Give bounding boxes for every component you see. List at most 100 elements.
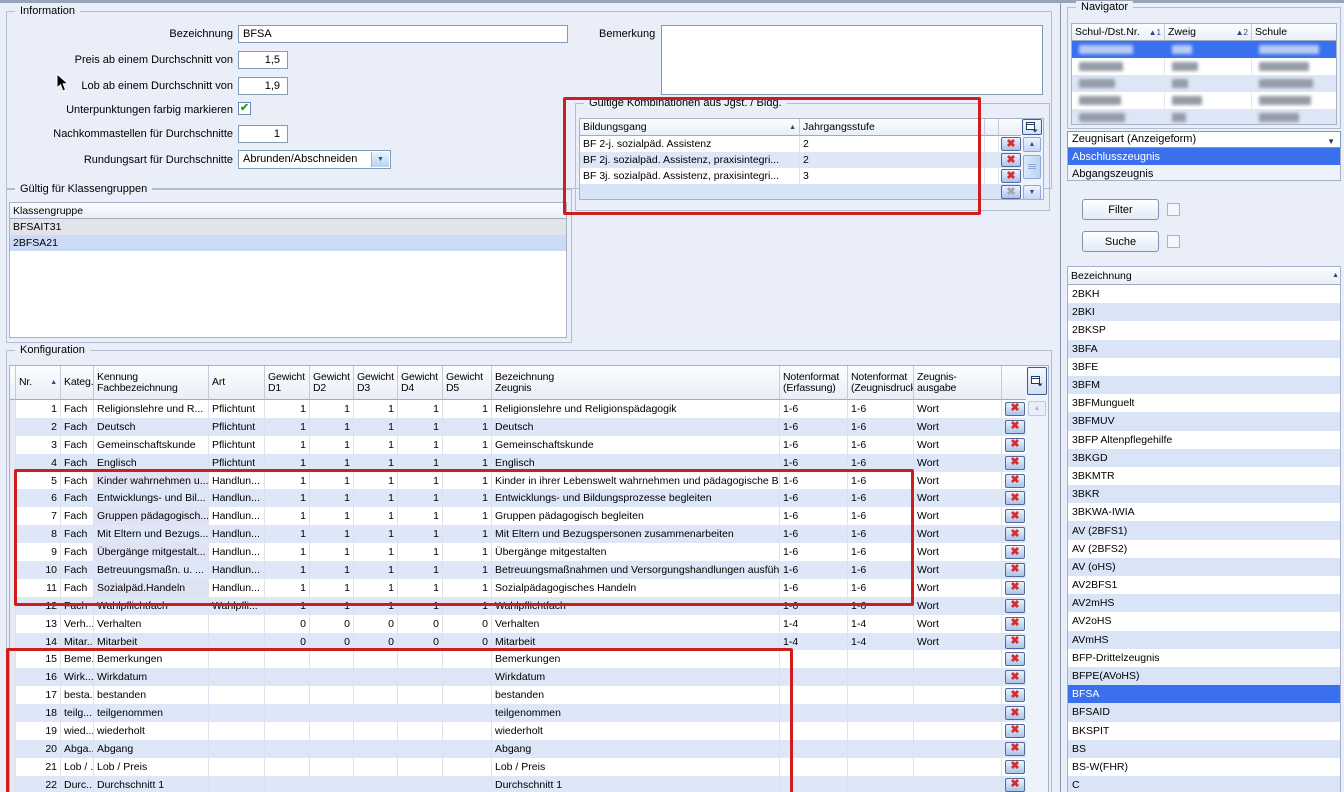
navigator-row[interactable] xyxy=(1072,75,1336,92)
list-item[interactable]: BKSPIT xyxy=(1068,722,1340,740)
delete-row-button[interactable]: ✖ xyxy=(1005,652,1025,666)
suche-button[interactable]: Suche xyxy=(1082,231,1159,252)
notenformat-erfassung-column-header[interactable]: Notenformat (Erfassung) xyxy=(780,366,848,400)
delete-row-button[interactable]: ✖ xyxy=(1005,635,1025,649)
list-item[interactable]: BFSA xyxy=(1068,685,1340,703)
table-row[interactable]: BF 2j. sozialpäd. Assistenz, praxisinteg… xyxy=(580,152,1043,168)
gewicht-d4-column-header[interactable]: Gewicht D4 xyxy=(398,366,443,400)
klassengruppe-column-header[interactable]: Klassengruppe xyxy=(10,203,567,219)
zweig-column-header[interactable]: Zweig▲2 xyxy=(1165,24,1252,41)
delete-row-button[interactable]: ✖ xyxy=(1005,474,1025,488)
table-row[interactable]: 14Mitar...Mitarbeit00000Mitarbeit1-41-4W… xyxy=(10,633,1048,651)
gewicht-d2-column-header[interactable]: Gewicht D2 xyxy=(310,366,354,400)
unterpunktungen-checkbox[interactable]: ✔ xyxy=(238,102,251,115)
scroll-down-arrow[interactable]: ▼ xyxy=(1023,185,1041,200)
delete-row-button[interactable]: ✖ xyxy=(1005,581,1025,595)
zeugnisart-dropdown[interactable]: Zeugnisart (Anzeigeform) ▼ xyxy=(1067,131,1341,148)
delete-row-button[interactable]: ✖ xyxy=(1005,545,1025,559)
delete-row-button[interactable]: ✖ xyxy=(1005,420,1025,434)
nachkommastellen-input[interactable] xyxy=(238,125,288,143)
delete-row-button[interactable]: ✖ xyxy=(1005,706,1025,720)
table-row[interactable]: 15Beme...BemerkungenBemerkungen✖ xyxy=(10,650,1048,668)
table-row[interactable]: 17besta...bestandenbestanden✖ xyxy=(10,686,1048,704)
list-item[interactable]: BS-W(FHR) xyxy=(1068,758,1340,776)
table-row[interactable]: 3FachGemeinschaftskundePflichtunt11111Ge… xyxy=(10,436,1048,454)
delete-row-button[interactable]: ✖ xyxy=(1005,688,1025,702)
schule-column-header[interactable]: Schule xyxy=(1252,24,1337,41)
list-item[interactable]: AV2BFS1 xyxy=(1068,576,1340,594)
delete-row-button[interactable]: ✖ xyxy=(1005,778,1025,792)
list-item[interactable]: 3BFMunguelt xyxy=(1068,394,1340,412)
list-item[interactable]: 3BFP Altenpflegehilfe xyxy=(1068,431,1340,449)
scrollbar-thumb[interactable] xyxy=(1023,155,1041,179)
schul-dst-nr-column-header[interactable]: Schul-/Dst.Nr.▲1 xyxy=(1072,24,1165,41)
list-item[interactable]: BS xyxy=(1068,740,1340,758)
delete-row-button[interactable]: ✖ xyxy=(1005,742,1025,756)
list-item[interactable]: AV (2BFS1) xyxy=(1068,521,1340,539)
delete-row-button[interactable]: ✖ xyxy=(1001,169,1021,183)
table-row[interactable]: 20Abga...AbgangAbgang✖ xyxy=(10,740,1048,758)
bezeichnung-column-header[interactable]: Bezeichnung ▲ xyxy=(1068,267,1341,285)
delete-row-button[interactable]: ✖ xyxy=(1005,670,1025,684)
table-row[interactable]: 2FachDeutschPflichtunt11111Deutsch1-61-6… xyxy=(10,418,1048,436)
list-item[interactable]: AV2mHS xyxy=(1068,594,1340,612)
table-row[interactable]: 16Wirk...WirkdatumWirkdatum✖ xyxy=(10,668,1048,686)
table-row[interactable]: 5FachKinder wahrnehmen u...Handlun...111… xyxy=(10,472,1048,490)
suche-checkbox[interactable] xyxy=(1167,235,1180,248)
list-item[interactable]: BFPE(AVoHS) xyxy=(1068,667,1340,685)
table-row-new[interactable]: ✖ xyxy=(580,184,1043,200)
preis-input[interactable] xyxy=(238,51,288,69)
table-row[interactable]: 6FachEntwicklungs- und Bil...Handlun...1… xyxy=(10,489,1048,507)
table-row[interactable]: 4FachEnglischPflichtunt11111Englisch1-61… xyxy=(10,454,1048,472)
bezeichnung-zeugnis-column-header[interactable]: Bezeichnung Zeugnis xyxy=(492,366,780,400)
list-item[interactable]: AV2oHS xyxy=(1068,612,1340,630)
table-row[interactable]: 10FachBetreuungsmaßn. u. ...Handlun...11… xyxy=(10,561,1048,579)
table-row[interactable]: 7FachGruppen pädagogisch...Handlun...111… xyxy=(10,507,1048,525)
table-row[interactable]: 9FachÜbergänge mitgestalt...Handlun...11… xyxy=(10,543,1048,561)
notenformat-zeugnisdruck-column-header[interactable]: Notenformat (Zeugnisdruck) xyxy=(848,366,914,400)
klassengruppen-table-header[interactable]: Klassengruppe xyxy=(10,203,566,219)
scroll-up-arrow[interactable]: ▲ xyxy=(1023,137,1041,152)
list-item[interactable]: 3BKGD xyxy=(1068,449,1340,467)
navigator-row-selected[interactable] xyxy=(1072,41,1336,58)
navigator-row[interactable] xyxy=(1072,92,1336,109)
table-row[interactable]: 19wied...wiederholtwiederholt✖ xyxy=(10,722,1048,740)
bemerkung-textarea[interactable] xyxy=(661,25,1043,95)
list-item[interactable]: 3BFMUV xyxy=(1068,412,1340,430)
list-item[interactable]: 2BKSP xyxy=(1068,321,1340,339)
delete-row-button[interactable]: ✖ xyxy=(1001,137,1021,151)
delete-row-button[interactable]: ✖ xyxy=(1005,491,1025,505)
delete-row-button[interactable]: ✖ xyxy=(1005,563,1025,577)
delete-row-button[interactable]: ✖ xyxy=(1005,760,1025,774)
delete-row-button[interactable]: ✖ xyxy=(1005,617,1025,631)
chevron-down-icon[interactable]: ▼ xyxy=(1327,137,1335,146)
list-item[interactable]: AV (oHS) xyxy=(1068,558,1340,576)
chevron-down-icon[interactable]: ▼ xyxy=(371,152,389,167)
list-item[interactable]: 3BKMTR xyxy=(1068,467,1340,485)
bezeichnung-list-header[interactable]: Bezeichnung ▲ xyxy=(1068,267,1340,285)
list-item[interactable]: C xyxy=(1068,776,1340,792)
delete-row-button[interactable]: ✖ xyxy=(1005,509,1025,523)
delete-row-button[interactable]: ✖ xyxy=(1005,402,1025,416)
bildungsgang-column-header[interactable]: Bildungsgang▲ xyxy=(580,119,800,136)
list-item[interactable]: 2BKH xyxy=(1068,285,1340,303)
kategorie-column-header[interactable]: Kateg... xyxy=(61,366,94,400)
table-row[interactable]: 1FachReligionslehre und R...Pflichtunt11… xyxy=(10,400,1048,418)
table-row[interactable]: 8FachMit Eltern und Bezugs...Handlun...1… xyxy=(10,525,1048,543)
table-row[interactable]: 13Verh...Verhalten00000Verhalten1-41-4Wo… xyxy=(10,615,1048,633)
list-item[interactable]: 3BKR xyxy=(1068,485,1340,503)
list-item[interactable]: AVmHS xyxy=(1068,631,1340,649)
zeugnisart-option[interactable]: Abgangszeugnis xyxy=(1068,165,1340,181)
table-row[interactable]: 22Durc...Durchschnitt 1Durchschnitt 1✖ xyxy=(10,776,1048,792)
table-row[interactable]: 12FachWahlpflichtfachWahlpfli...11111Wah… xyxy=(10,597,1048,615)
delete-row-button[interactable]: ✖ xyxy=(1005,527,1025,541)
jahrgangsstufe-column-header[interactable]: Jahrgangsstufe xyxy=(800,119,985,136)
kennung-column-header[interactable]: Kennung Fachbezeichnung xyxy=(94,366,209,400)
delete-row-button[interactable]: ✖ xyxy=(1005,599,1025,613)
list-item[interactable]: BFP-Drittelzeugnis xyxy=(1068,649,1340,667)
list-item[interactable]: 3BFA xyxy=(1068,340,1340,358)
list-item[interactable]: 3BKWA-IWIA xyxy=(1068,503,1340,521)
bezeichnung-input[interactable] xyxy=(238,25,568,43)
delete-row-button[interactable]: ✖ xyxy=(1005,456,1025,470)
navigator-row[interactable] xyxy=(1072,109,1336,125)
